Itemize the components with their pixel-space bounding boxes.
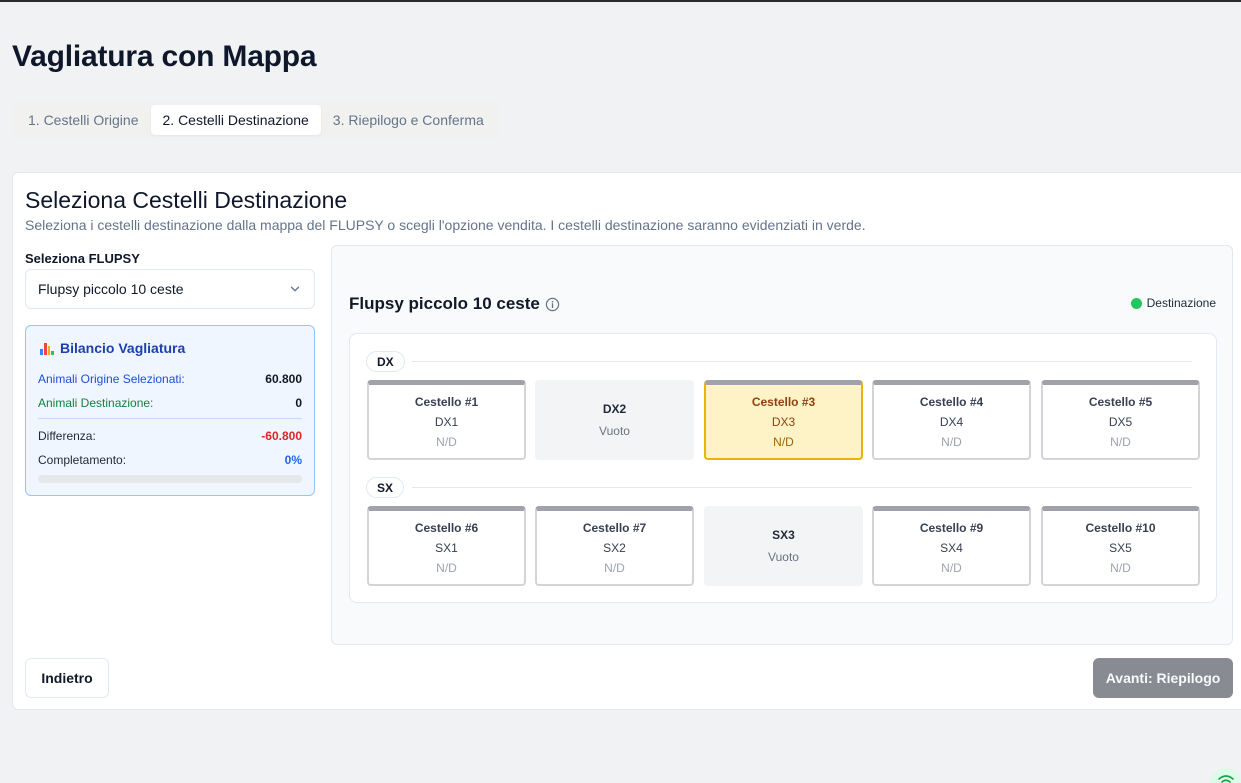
balance-value: 60.800 [265,372,302,386]
flupsy-select-label: Seleziona FLUPSY [25,251,140,266]
basket-status: Vuoto [768,550,799,564]
balance-value: 0 [295,396,302,410]
basket-dx5[interactable]: Cestello #5 DX5 N/D [1041,380,1200,460]
page-title: Vagliatura con Mappa [12,40,317,73]
balance-panel: Bilancio Vagliatura Animali Origine Sele… [25,325,315,496]
basket-name: Cestello #9 [919,520,984,535]
balance-label: Animali Origine Selezionati: [38,372,185,386]
info-icon[interactable] [545,297,560,312]
basket-status: N/D [1110,434,1131,449]
basket-sx5[interactable]: Cestello #10 SX5 N/D [1041,506,1200,586]
next-summary-button[interactable]: Avanti: Riepilogo [1093,658,1233,698]
tab-cestelli-origine[interactable]: 1. Cestelli Origine [16,105,151,135]
basket-name: Cestello #3 [751,394,816,409]
balance-row-difference: Differenza: -60.800 [38,429,302,443]
basket-status: N/D [436,560,457,575]
basket-position: SX2 [603,540,626,555]
balance-divider [38,418,302,419]
map-title-text: Flupsy piccolo 10 ceste [349,294,540,313]
card-title: Seleziona Cestelli Destinazione [25,187,348,213]
basket-sx2[interactable]: Cestello #7 SX2 N/D [535,506,694,586]
basket-status: N/D [436,434,457,449]
basket-name: Cestello #5 [1088,394,1153,409]
basket-position: DX5 [1108,414,1133,429]
chevron-down-icon [290,286,300,292]
basket-name: Cestello #1 [414,394,479,409]
basket-position: DX1 [434,414,459,429]
basket-name: Cestello #10 [1085,520,1156,535]
basket-position: DX3 [771,414,796,429]
balance-label: Completamento: [38,453,127,467]
basket-position: SX1 [435,540,458,555]
basket-status: N/D [604,560,625,575]
wifi-icon [1210,768,1241,783]
back-button[interactable]: Indietro [25,658,109,698]
row-label-dx: DX [366,351,405,372]
basket-status: N/D [941,434,962,449]
row-divider [412,361,1192,362]
map-title: Flupsy piccolo 10 ceste [349,294,560,314]
legend-dot [1130,297,1142,309]
basket-position: SX4 [940,540,963,555]
basket-dx1[interactable]: Cestello #1 DX1 N/D [367,380,526,460]
bar-chart-icon [40,341,54,355]
tab-cestelli-destinazione[interactable]: 2. Cestelli Destinazione [150,105,321,135]
balance-value: 0% [284,453,302,467]
card-description: Seleziona i cestelli destinazione dalla … [25,217,866,233]
basket-name: Cestello #4 [919,394,984,409]
balance-title: Bilancio Vagliatura [40,340,185,356]
basket-status: N/D [941,560,962,575]
flupsy-select[interactable]: Flupsy piccolo 10 ceste [25,269,315,309]
flupsy-map-panel: Flupsy piccolo 10 ceste Destinazione DX … [331,245,1233,645]
completion-progress-bar [38,475,302,483]
basket-position: SX5 [1109,540,1132,555]
balance-value: -60.800 [261,429,302,443]
balance-label: Animali Destinazione: [38,396,154,410]
flupsy-select-value: Flupsy piccolo 10 ceste [38,281,184,297]
row-divider [412,487,1192,488]
balance-row-destination: Animali Destinazione: 0 [38,396,302,410]
legend-label: Destinazione [1146,296,1216,310]
balance-label: Differenza: [38,429,96,443]
basket-dx2[interactable]: DX2 Vuoto [535,380,694,460]
basket-dx3[interactable]: Cestello #3 DX3 N/D [704,380,863,460]
basket-position: DX2 [602,402,627,416]
basket-name: Cestello #7 [582,520,647,535]
balance-title-text: Bilancio Vagliatura [60,340,186,356]
basket-position: DX4 [939,414,964,429]
destination-card: Seleziona Cestelli Destinazione Selezion… [12,172,1241,710]
tab-riepilogo-conferma[interactable]: 3. Riepilogo e Conferma [321,105,496,135]
balance-row-completion: Completamento: 0% [38,453,302,467]
basket-status: N/D [1110,560,1131,575]
basket-sx3[interactable]: SX3 Vuoto [704,506,863,586]
map-legend: Destinazione [1130,296,1216,310]
basket-name: Cestello #6 [414,520,479,535]
balance-row-origin: Animali Origine Selezionati: 60.800 [38,372,302,386]
basket-status: N/D [773,434,794,449]
row-label-sx: SX [366,477,405,498]
basket-position: SX3 [772,528,795,542]
basket-sx1[interactable]: Cestello #6 SX1 N/D [367,506,526,586]
basket-dx4[interactable]: Cestello #4 DX4 N/D [872,380,1031,460]
basket-sx4[interactable]: Cestello #9 SX4 N/D [872,506,1031,586]
basket-status: Vuoto [599,424,630,438]
step-tabs: 1. Cestelli Origine 2. Cestelli Destinaz… [12,102,500,138]
basket-grid: DX Cestello #1 DX1 N/D DX2 Vuoto Cestell… [349,333,1217,603]
